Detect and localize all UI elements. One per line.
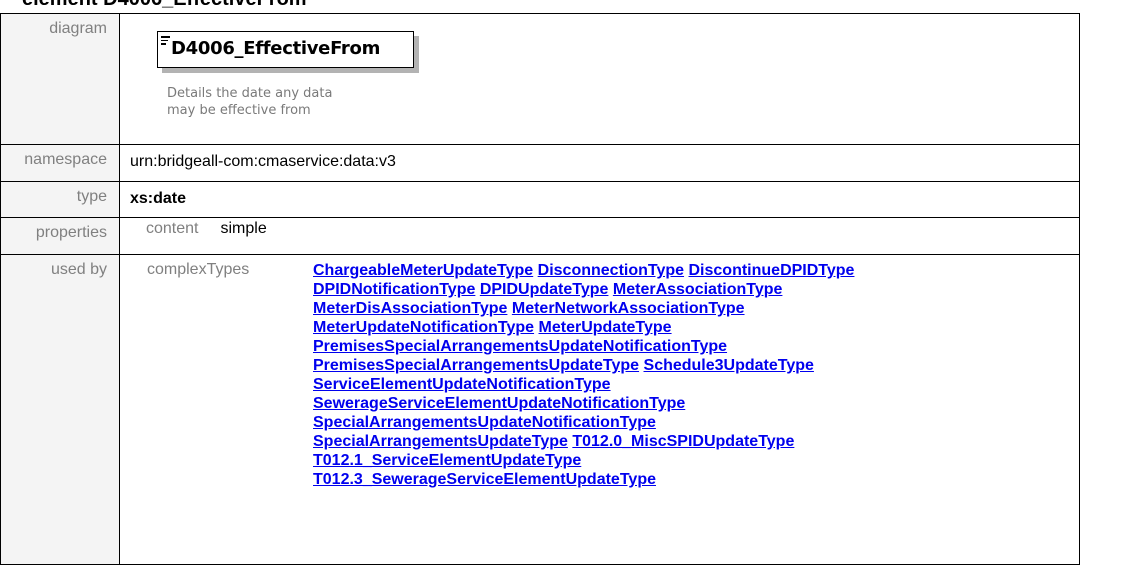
used-by-line: PremisesSpecialArrangementsUpdateType Sc…	[313, 356, 1073, 375]
properties-label: properties	[0, 217, 120, 255]
used-by-line: SpecialArrangementsUpdateNotificationTyp…	[313, 413, 1073, 432]
page-title: element D4006_EffectiveFrom	[22, 0, 307, 11]
used-by-link[interactable]: PremisesSpecialArrangementsUpdateNotific…	[313, 338, 727, 355]
content-label: content	[146, 220, 199, 237]
namespace-value: urn:bridgeall-com:cmaservice:data:v3	[119, 144, 1080, 182]
element-documentation: Details the date any data may be effecti…	[167, 86, 333, 118]
used-by-line: SewerageServiceElementUpdateNotification…	[313, 394, 1073, 413]
used-by-link[interactable]: SewerageServiceElementUpdateNotification…	[313, 395, 685, 412]
used-by-line: T012.1_ServiceElementUpdateType	[313, 451, 1073, 470]
used-by-link[interactable]: DisconnectionType	[538, 262, 684, 279]
used-by-links: ChargeableMeterUpdateType DisconnectionT…	[313, 261, 1073, 489]
used-by-link[interactable]: Schedule3UpdateType	[644, 357, 814, 374]
content-value: simple	[220, 220, 267, 237]
used-by-line: SpecialArrangementsUpdateType T012.0_Mis…	[313, 432, 1073, 451]
properties-cell: content simple	[119, 217, 1080, 255]
namespace-row: namespace urn:bridgeall-com:cmaservice:d…	[0, 144, 1080, 182]
used-by-link[interactable]: DiscontinueDPIDType	[689, 262, 855, 279]
used-by-line: ServiceElementUpdateNotificationType	[313, 375, 1073, 394]
used-by-link[interactable]: ChargeableMeterUpdateType	[313, 262, 533, 279]
used-by-line: MeterDisAssociationType MeterNetworkAsso…	[313, 299, 1073, 318]
used-by-line: DPIDNotificationType DPIDUpdateType Mete…	[313, 280, 1073, 299]
used-by-link[interactable]: ServiceElementUpdateNotificationType	[313, 376, 611, 393]
used-by-link[interactable]: MeterAssociationType	[613, 281, 783, 298]
used-by-link[interactable]: MeterUpdateType	[539, 319, 672, 336]
element-properties-table: diagram D4006_EffectiveFrom Details the …	[0, 13, 1080, 565]
type-value: xs:date	[119, 181, 1080, 218]
type-row: type xs:date	[0, 181, 1080, 218]
diagram-cell: D4006_EffectiveFrom Details the date any…	[119, 13, 1080, 145]
element-diagram-name: D4006_EffectiveFrom	[171, 38, 381, 59]
type-label: type	[0, 181, 120, 218]
namespace-label: namespace	[0, 144, 120, 182]
used-by-link[interactable]: PremisesSpecialArrangementsUpdateType	[313, 357, 639, 374]
used-by-link[interactable]: SpecialArrangementsUpdateType	[313, 433, 568, 450]
used-by-label: used by	[0, 254, 120, 565]
used-by-line: ChargeableMeterUpdateType DisconnectionT…	[313, 261, 1073, 280]
diagram-row: diagram D4006_EffectiveFrom Details the …	[0, 13, 1080, 145]
used-by-link[interactable]: T012.1_ServiceElementUpdateType	[313, 452, 581, 469]
used-by-link[interactable]: MeterNetworkAssociationType	[512, 300, 745, 317]
used-by-line: PremisesSpecialArrangementsUpdateNotific…	[313, 337, 1073, 356]
used-by-link[interactable]: DPIDNotificationType	[313, 281, 475, 298]
used-by-line: MeterUpdateNotificationType MeterUpdateT…	[313, 318, 1073, 337]
used-by-link[interactable]: DPIDUpdateType	[480, 281, 609, 298]
complex-types-label: complexTypes	[147, 261, 250, 278]
used-by-link[interactable]: SpecialArrangementsUpdateNotificationTyp…	[313, 414, 656, 431]
used-by-link[interactable]: MeterUpdateNotificationType	[313, 319, 534, 336]
used-by-link[interactable]: T012.3_SewerageServiceElementUpdateType	[313, 471, 656, 488]
element-diagram-box[interactable]: D4006_EffectiveFrom	[157, 31, 414, 68]
used-by-link[interactable]: T012.0_MiscSPIDUpdateType	[572, 433, 794, 450]
element-lines-icon	[161, 36, 170, 47]
used-by-line: T012.3_SewerageServiceElementUpdateType	[313, 470, 1073, 489]
used-by-cell: complexTypes ChargeableMeterUpdateType D…	[119, 254, 1080, 565]
properties-row: properties content simple	[0, 217, 1080, 255]
used-by-link[interactable]: MeterDisAssociationType	[313, 300, 507, 317]
diagram-label: diagram	[0, 13, 120, 145]
used-by-row: used by complexTypes ChargeableMeterUpda…	[0, 254, 1080, 565]
